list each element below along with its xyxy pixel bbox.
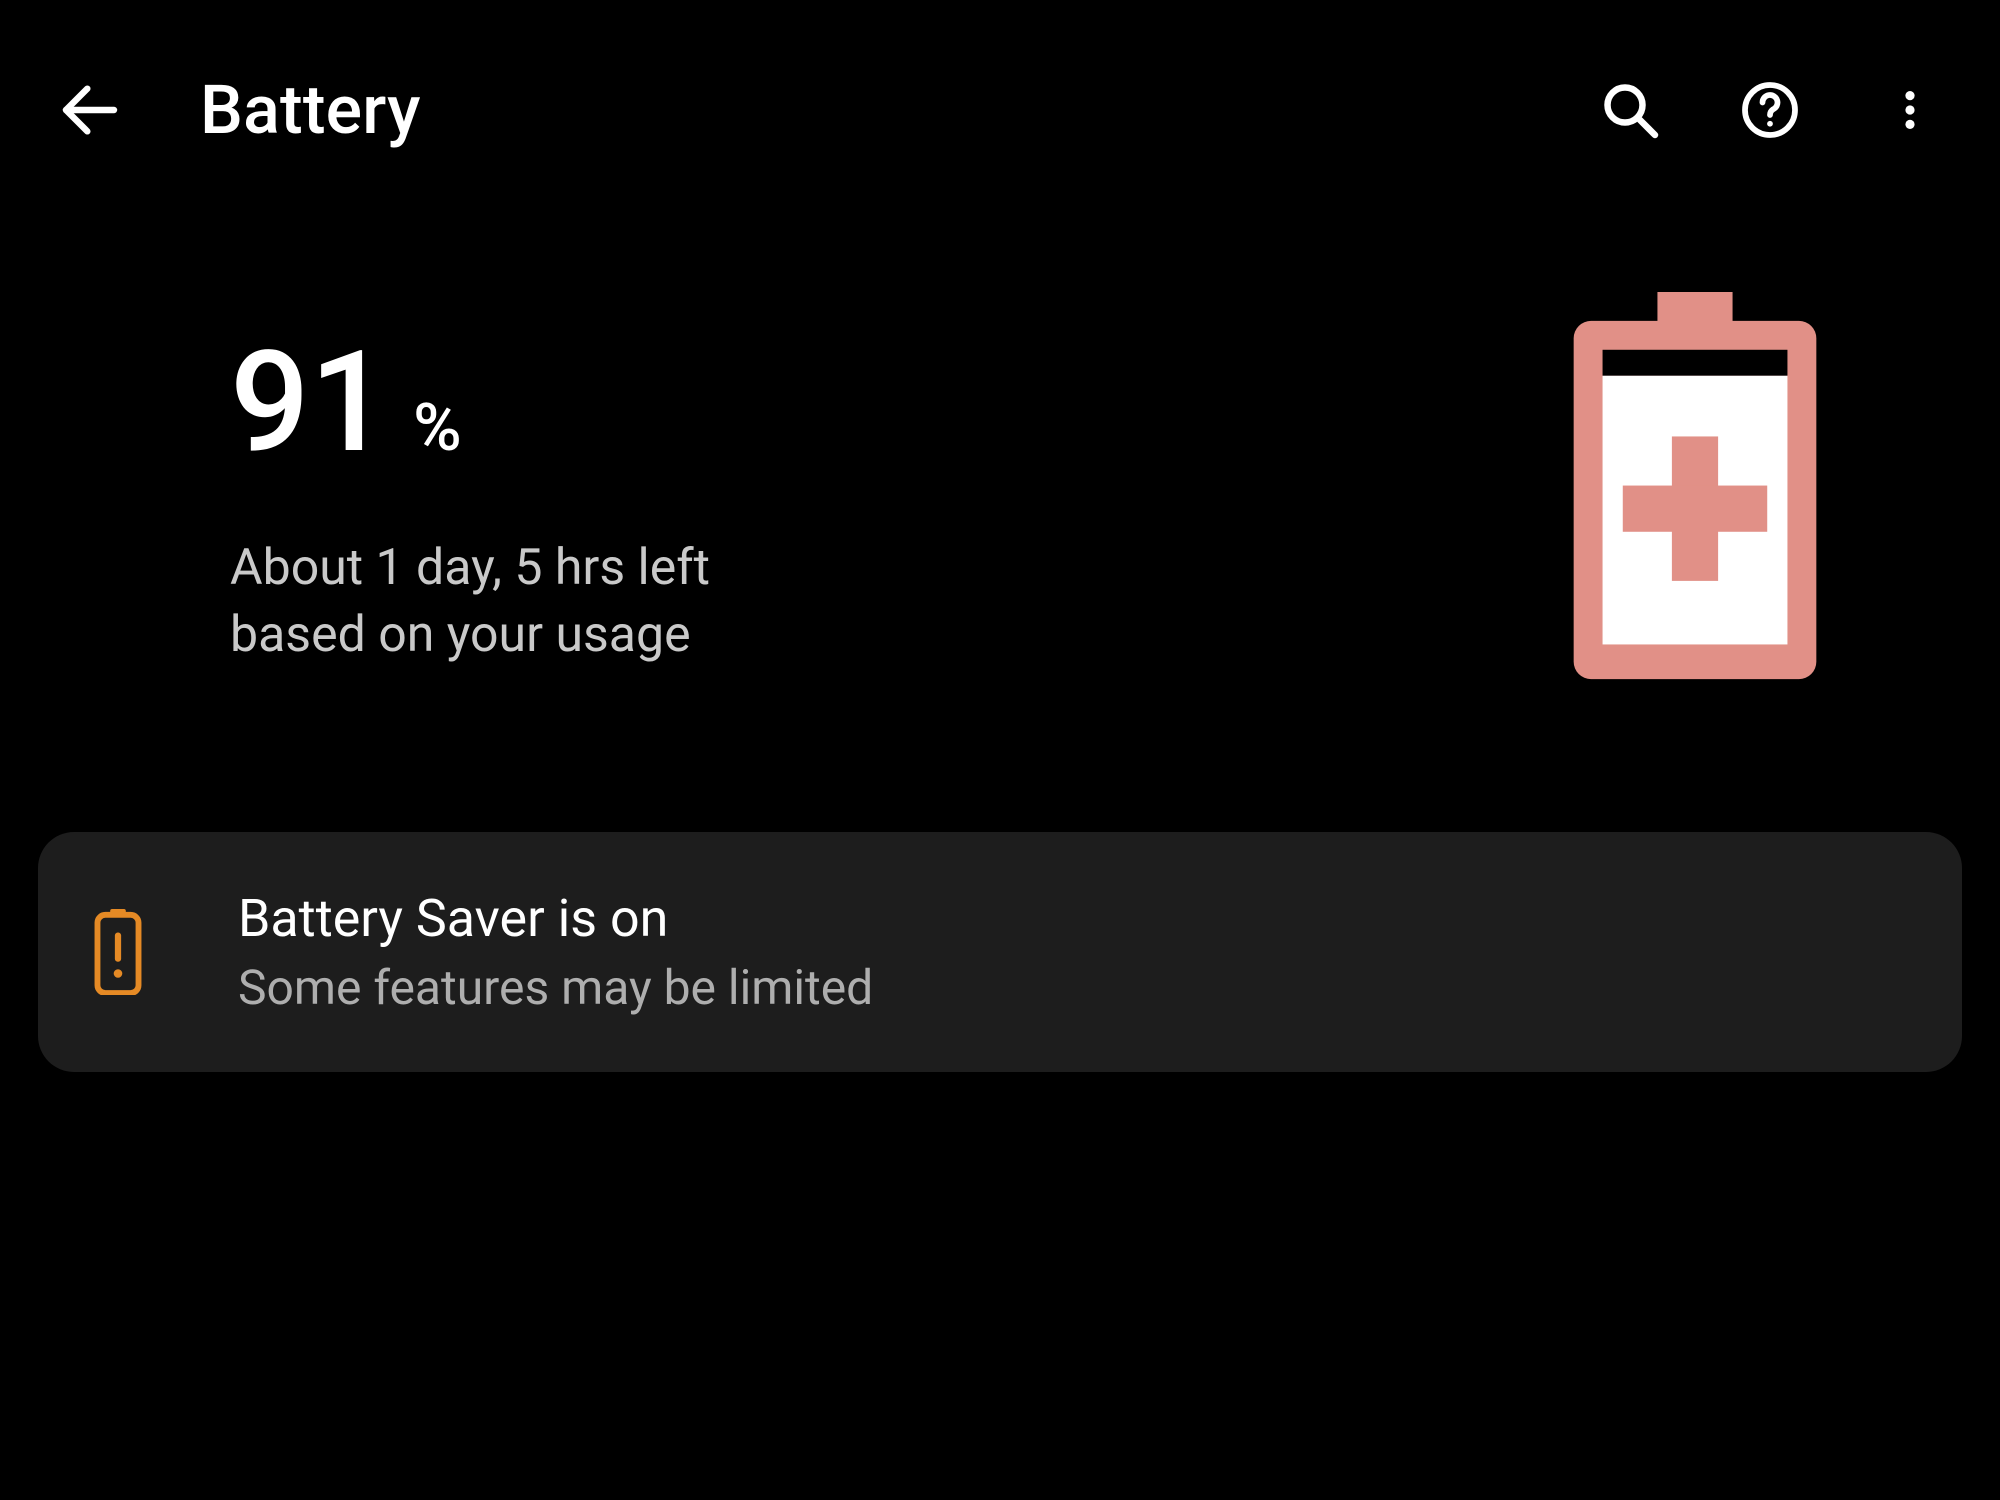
battery-estimate-line1: About 1 day, 5 hrs left xyxy=(230,535,1550,603)
page-title: Battery xyxy=(200,70,421,150)
more-vert-icon xyxy=(1887,80,1933,140)
battery-saver-card-text: Battery Saver is on Some features may be… xyxy=(238,888,873,1016)
overflow-menu-button[interactable] xyxy=(1860,60,1960,160)
help-icon xyxy=(1740,80,1800,140)
battery-illustration xyxy=(1550,292,1840,682)
battery-summary: 91 % About 1 day, 5 hrs left based on yo… xyxy=(0,180,2000,682)
back-button[interactable] xyxy=(40,60,140,160)
search-button[interactable] xyxy=(1580,60,1680,160)
battery-saver-card-subtitle: Some features may be limited xyxy=(238,959,873,1016)
arrow-back-icon xyxy=(58,78,122,142)
battery-summary-text: 91 % About 1 day, 5 hrs left based on yo… xyxy=(230,333,1550,670)
battery-estimate: About 1 day, 5 hrs left based on your us… xyxy=(230,535,1550,670)
appbar: Battery xyxy=(0,0,2000,180)
battery-plus-icon xyxy=(1550,292,1840,682)
help-button[interactable] xyxy=(1720,60,1820,160)
battery-saver-card[interactable]: Battery Saver is on Some features may be… xyxy=(38,832,1962,1072)
battery-percentage-unit: % xyxy=(413,396,462,462)
battery-percentage-value: 91 xyxy=(230,333,389,473)
battery-saver-card-title: Battery Saver is on xyxy=(238,888,873,949)
battery-alert-icon xyxy=(88,907,148,997)
battery-percentage: 91 % xyxy=(230,333,1550,473)
battery-estimate-line2: based on your usage xyxy=(230,602,1550,670)
search-icon xyxy=(1600,80,1660,140)
